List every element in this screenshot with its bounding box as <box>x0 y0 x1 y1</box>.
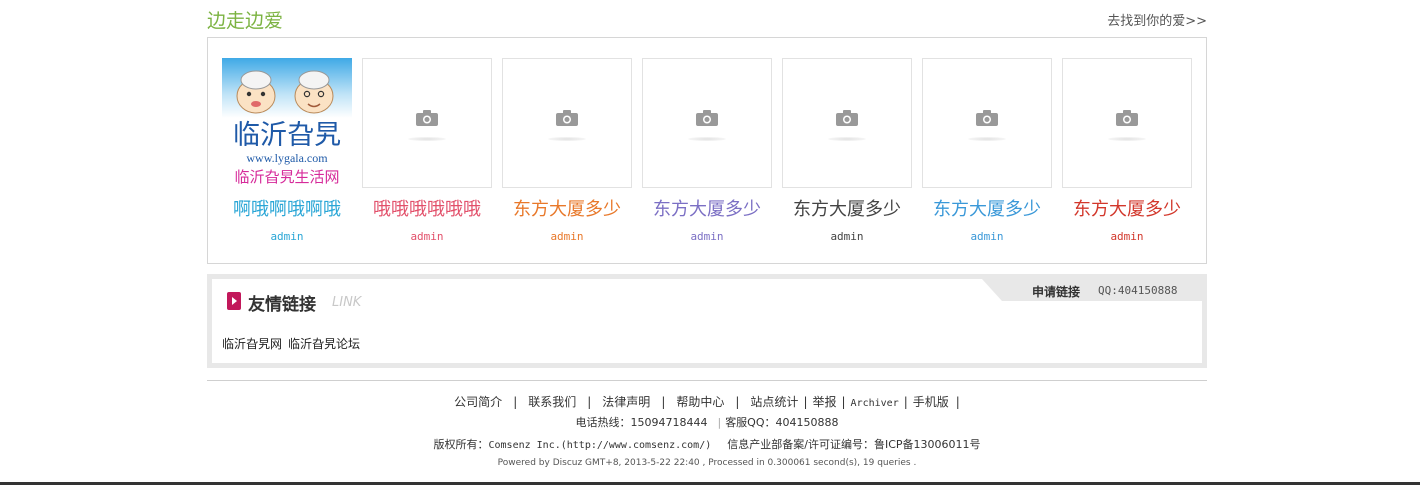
gallery-card[interactable]: 东方大厦多少 admin <box>642 58 772 243</box>
card-title[interactable]: 哦哦哦哦哦哦 <box>362 195 492 221</box>
gallery-card[interactable]: 东方大厦多少 admin <box>922 58 1052 243</box>
card-title[interactable]: 东方大厦多少 <box>922 195 1052 221</box>
card-title[interactable]: 东方大厦多少 <box>782 195 912 221</box>
camera-icon <box>696 110 718 126</box>
section-header: 边走边爱 去找到你的爱>> <box>207 4 1207 32</box>
card-thumbnail[interactable] <box>502 58 632 188</box>
camera-shadow <box>968 137 1006 141</box>
card-author[interactable]: admin <box>222 230 352 243</box>
footer-separator: | <box>841 395 846 409</box>
apply-link-qq: QQ:404150888 <box>1098 284 1178 297</box>
friend-link-list: 临沂旮旯网 临沂旮旯论坛 <box>222 335 366 352</box>
play-arrow-icon <box>227 292 241 310</box>
footer-separator: | <box>735 395 740 409</box>
friend-links-panel: 友情链接 LINK 申请链接 QQ:404150888 临沂旮旯网 临沂旮旯论坛 <box>207 274 1207 368</box>
card-thumbnail[interactable]: 临沂旮旯 www.lygala.com 临沂旮旯生活网 <box>222 58 352 188</box>
logo-main-text: 临沂旮旯 <box>233 120 341 150</box>
camera-icon <box>556 110 578 126</box>
card-thumbnail[interactable] <box>922 58 1052 188</box>
card-thumbnail[interactable] <box>782 58 912 188</box>
friend-links-inner: 友情链接 LINK 申请链接 QQ:404150888 临沂旮旯网 临沂旮旯论坛 <box>212 279 1202 363</box>
footer-powered-by: Powered by Discuz GMT+8, 2013-5-22 22:40… <box>497 458 917 468</box>
footer-link-contact[interactable]: 联系我们 <box>528 395 576 409</box>
card-thumbnail[interactable] <box>1062 58 1192 188</box>
section-title: 边走边爱 <box>207 10 284 32</box>
gallery-card[interactable]: 哦哦哦哦哦哦 admin <box>362 58 492 243</box>
footer-separator: | <box>903 395 908 409</box>
camera-shadow <box>828 137 866 141</box>
camera-shadow <box>688 137 726 141</box>
card-author[interactable]: admin <box>922 230 1052 243</box>
camera-icon <box>836 110 858 126</box>
card-title[interactable]: 啊哦啊哦啊哦 <box>222 195 352 221</box>
footer-link-archiver[interactable]: Archiver <box>851 398 899 409</box>
photo-gallery: 临沂旮旯 www.lygala.com 临沂旮旯生活网 啊哦啊哦啊哦 admin… <box>207 37 1207 264</box>
footer-link-help[interactable]: 帮助中心 <box>676 395 724 409</box>
camera-shadow <box>1108 137 1146 141</box>
card-author[interactable]: admin <box>782 230 912 243</box>
footer-copyright: 版权所有：Comsenz Inc.(http://www.comsenz.com… <box>207 436 1207 452</box>
card-title[interactable]: 东方大厦多少 <box>502 195 632 221</box>
linyi-logo-image: 临沂旮旯 www.lygala.com 临沂旮旯生活网 <box>222 58 352 188</box>
copyright-value[interactable]: Comsenz Inc.(http://www.comsenz.com/) <box>488 440 711 451</box>
card-author[interactable]: admin <box>1062 230 1192 243</box>
friend-link-item[interactable]: 临沂旮旯论坛 <box>288 337 360 351</box>
camera-shadow <box>408 137 446 141</box>
friend-links-title-en: LINK <box>332 295 362 310</box>
footer-link-stats[interactable]: 站点统计 <box>750 395 798 409</box>
card-author[interactable]: admin <box>362 230 492 243</box>
footer-contact: 电话热线：15094718444 | 客服QQ：404150888 <box>207 414 1207 430</box>
gallery-card[interactable]: 东方大厦多少 admin <box>502 58 632 243</box>
card-author[interactable]: admin <box>502 230 632 243</box>
footer-separator: | <box>955 395 960 409</box>
footer-separator: | <box>717 416 722 429</box>
card-title[interactable]: 东方大厦多少 <box>642 195 772 221</box>
camera-shadow <box>548 137 586 141</box>
footer-separator: | <box>803 395 808 409</box>
camera-icon <box>976 110 998 126</box>
logo-sub-text: 临沂旮旯生活网 <box>234 169 339 186</box>
card-author[interactable]: admin <box>642 230 772 243</box>
tel-value: 15094718444 <box>630 416 708 429</box>
gallery-card[interactable]: 临沂旮旯 www.lygala.com 临沂旮旯生活网 啊哦啊哦啊哦 admin <box>222 58 352 243</box>
footer-separator: | <box>661 395 666 409</box>
card-title[interactable]: 东方大厦多少 <box>1062 195 1192 221</box>
footer-separator: | <box>513 395 518 409</box>
gallery-card[interactable]: 东方大厦多少 admin <box>782 58 912 243</box>
logo-url-text: www.lygala.com <box>246 151 328 165</box>
card-thumbnail[interactable] <box>362 58 492 188</box>
apply-link-tab: 申请链接 QQ:404150888 <box>982 279 1202 301</box>
camera-icon <box>1116 110 1138 126</box>
footer-link-report[interactable]: 举报 <box>812 395 836 409</box>
service-qq-value: 404150888 <box>775 416 839 429</box>
footer-nav: 公司简介 | 联系我们 | 法律声明 | 帮助中心 | 站点统计 | 举报 | Archiver | 手机版… <box>207 393 1207 410</box>
icp-record[interactable]: 信息产业部备案/许可证编号：鲁ICP备13006011号 <box>727 438 980 451</box>
gallery-card[interactable]: 东方大厦多少 admin <box>1062 58 1192 243</box>
friend-links-title: 友情链接 <box>248 295 316 315</box>
footer-divider <box>207 380 1207 381</box>
footer-link-mobile[interactable]: 手机版 <box>913 395 949 409</box>
footer-link-legal[interactable]: 法律声明 <box>602 395 650 409</box>
copyright-label: 版权所有： <box>433 438 489 451</box>
footer-separator: | <box>587 395 592 409</box>
tel-label: 电话热线： <box>575 416 631 429</box>
find-love-link[interactable]: 去找到你的爱>> <box>1107 10 1207 29</box>
card-thumbnail[interactable] <box>642 58 772 188</box>
footer-link-about[interactable]: 公司简介 <box>454 395 502 409</box>
friend-links-header: 友情链接 LINK 申请链接 QQ:404150888 <box>212 279 1202 315</box>
camera-icon <box>416 110 438 126</box>
service-qq-label: 客服QQ： <box>725 416 776 429</box>
friend-link-item[interactable]: 临沂旮旯网 <box>222 337 282 351</box>
apply-link-label[interactable]: 申请链接 <box>1032 283 1080 300</box>
